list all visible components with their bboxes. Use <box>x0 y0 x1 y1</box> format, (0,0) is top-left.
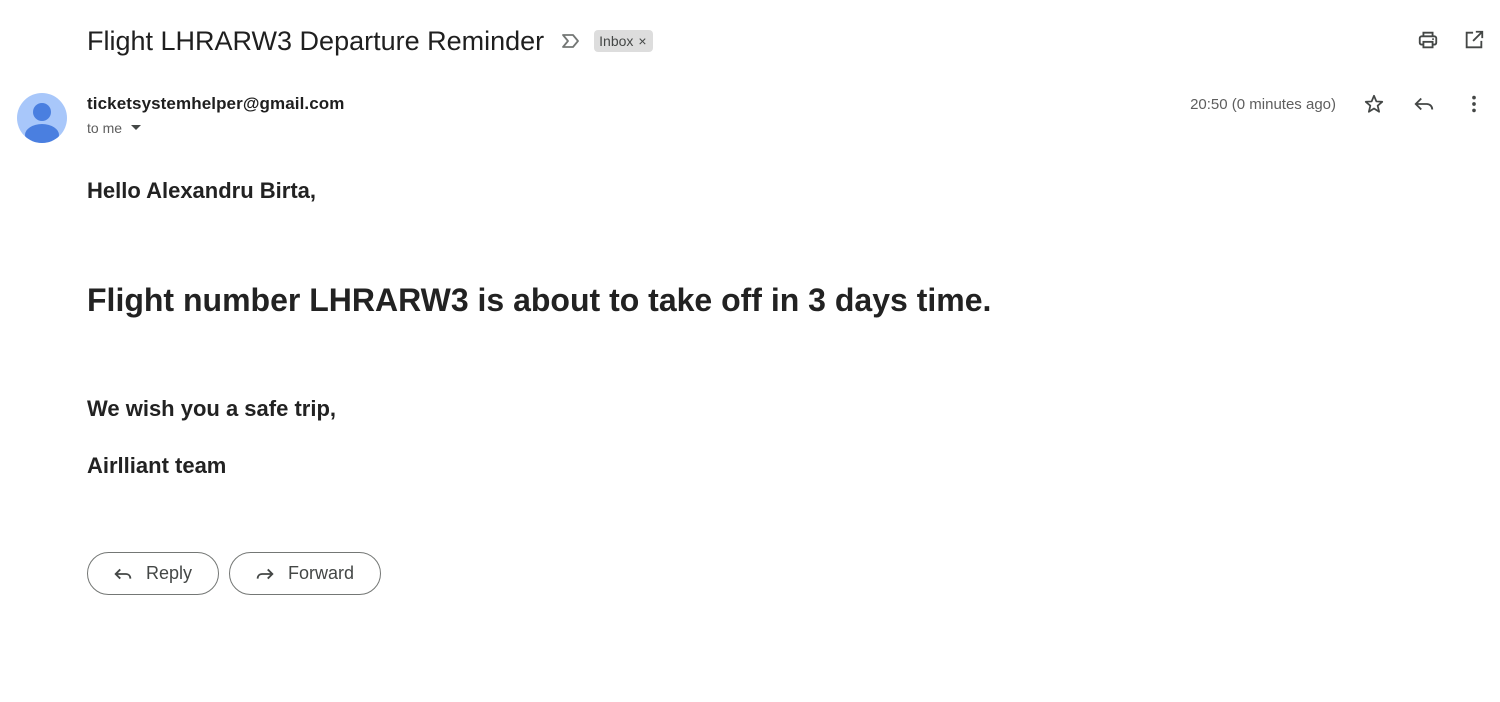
star-icon[interactable] <box>1362 92 1386 116</box>
avatar[interactable] <box>17 93 67 143</box>
reply-actions: Reply Forward <box>87 552 382 595</box>
email-signature: Airlliant team <box>87 453 227 478</box>
open-in-new-window-icon[interactable] <box>1462 28 1486 52</box>
reply-icon <box>112 563 134 585</box>
email-subject: Flight LHRARW3 Departure Reminder <box>87 25 545 56</box>
important-marker-icon[interactable] <box>560 30 582 52</box>
sender-block: ticketsystemhelper@gmail.com to me <box>87 94 344 136</box>
sender-email[interactable]: ticketsystemhelper@gmail.com <box>87 94 344 114</box>
timestamp: 20:50 (0 minutes ago) <box>1190 95 1336 113</box>
email-view: Flight LHRARW3 Departure Reminder Inbox … <box>0 0 1500 702</box>
reply-button[interactable]: Reply <box>87 552 220 595</box>
forward-icon <box>254 563 276 585</box>
email-closing: We wish you a safe trip, <box>87 396 336 421</box>
email-headline: Flight number LHRARW3 is about to take o… <box>87 282 992 318</box>
label-chip-inbox: Inbox × <box>594 30 653 52</box>
more-vertical-icon[interactable] <box>1462 92 1486 116</box>
remove-label-icon[interactable]: × <box>638 33 646 49</box>
email-greeting: Hello Alexandru Birta, <box>87 178 317 203</box>
label-chip-text: Inbox <box>599 33 634 49</box>
forward-button-label: Forward <box>288 563 355 583</box>
forward-button[interactable]: Forward <box>229 552 382 595</box>
recipient-text: to me <box>87 120 123 136</box>
recipient-line: to me <box>87 120 344 136</box>
reply-button-label: Reply <box>146 563 193 583</box>
message-actions <box>1362 92 1486 116</box>
subject-row: Flight LHRARW3 Departure Reminder Inbox … <box>87 22 653 60</box>
reply-icon[interactable] <box>1412 92 1436 116</box>
message-meta: 20:50 (0 minutes ago) <box>1190 92 1486 116</box>
caret-down-icon[interactable] <box>130 124 142 132</box>
top-actions <box>1416 28 1486 52</box>
print-icon[interactable] <box>1416 28 1440 52</box>
